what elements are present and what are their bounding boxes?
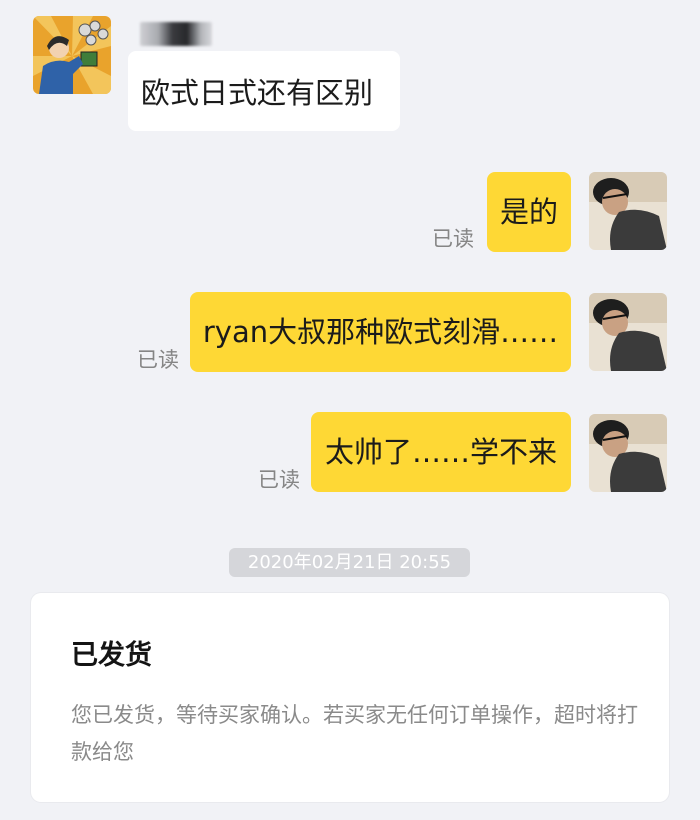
read-receipt: 已读 — [432, 227, 474, 251]
read-receipt: 已读 — [258, 468, 300, 492]
order-status-description: 您已发货，等待买家确认。若买家无任何订单操作，超时将打款给您 — [71, 703, 638, 764]
sender-avatar[interactable] — [33, 16, 111, 94]
outgoing-message-bubble[interactable]: 太帅了……学不来 — [311, 412, 571, 492]
message-timestamp: 2020年02月21日 20:55 — [229, 548, 470, 577]
my-avatar[interactable] — [589, 293, 667, 371]
order-status-card[interactable]: 已发货 您已发货，等待买家确认。若买家无任何订单操作，超时将打款给您 — [31, 593, 669, 802]
outgoing-message-bubble[interactable]: 是的 — [487, 172, 571, 252]
sender-name — [140, 22, 212, 46]
user-photo-avatar-icon — [589, 414, 667, 492]
order-status-title: 已发货 — [71, 640, 152, 671]
user-photo-avatar-icon — [589, 172, 667, 250]
my-avatar[interactable] — [589, 414, 667, 492]
my-avatar[interactable] — [589, 172, 667, 250]
read-receipt: 已读 — [137, 348, 179, 372]
cartoon-avatar-icon — [33, 16, 111, 94]
incoming-message-bubble[interactable]: 欧式日式还有区别 — [128, 51, 400, 131]
outgoing-message-bubble[interactable]: ryan大叔那种欧式刻滑…… — [190, 292, 571, 372]
user-photo-avatar-icon — [589, 293, 667, 371]
